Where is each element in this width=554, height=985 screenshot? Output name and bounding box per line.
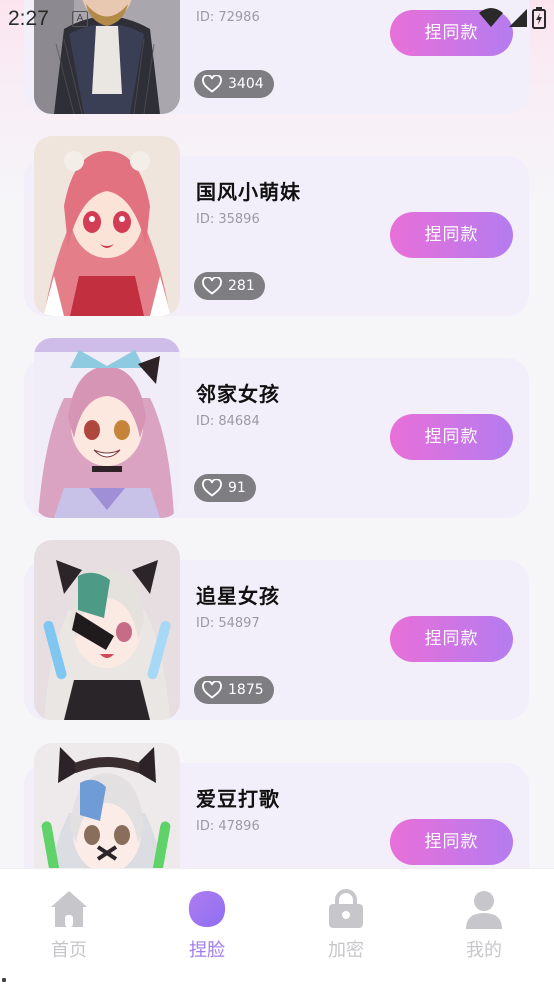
avatar-pink-hair-girl[interactable] [34,136,180,316]
user-icon [466,891,502,929]
heart-icon [202,75,222,93]
make-same-button[interactable]: 捏同款 [390,616,513,662]
character-name: 追星女孩 [196,584,280,608]
character-id: ID: 84684 [196,414,260,429]
like-badge[interactable]: 1875 [194,676,274,704]
character-id: ID: 54897 [196,616,260,631]
like-count: 91 [228,480,246,496]
home-icon [51,891,87,927]
like-badge[interactable]: 281 [194,272,265,300]
like-count: 1875 [228,682,264,698]
avatar-sailor-girl[interactable] [34,338,180,518]
character-list[interactable]: ID: 72986 3404 捏同款 国风小萌妹 ID: 35896 281 捏… [0,0,554,868]
tab-lock[interactable]: 加密 [277,869,415,985]
tab-home[interactable]: 首页 [0,869,138,985]
heart-icon [202,479,222,497]
character-card[interactable]: 追星女孩 ID: 54897 1875 捏同款 [24,540,529,720]
battery-icon [532,7,546,29]
status-icons [478,6,546,30]
character-name: 爱豆打歌 [196,787,280,811]
character-name: 国风小萌妹 [196,180,301,204]
like-badge[interactable]: 3404 [194,70,274,98]
character-id: ID: 47896 [196,819,260,834]
nav-indicator [2,978,6,982]
avatar-eyepatch-girl[interactable] [34,540,180,720]
tab-mine-label: 我的 [466,940,502,961]
character-card[interactable]: 邻家女孩 ID: 84684 91 捏同款 [24,338,529,518]
tab-home-label: 首页 [51,940,87,961]
character-card[interactable]: 爱豆打歌 ID: 47896 捏同款 [24,743,529,868]
status-bar: 2:27 A [0,0,554,40]
notification-icon: A [72,11,88,27]
heart-icon [202,277,222,295]
like-badge[interactable]: 91 [194,474,256,502]
wifi-icon [479,8,503,27]
lock-icon [329,889,363,928]
like-count: 3404 [228,76,264,92]
tab-lock-label: 加密 [328,940,364,961]
like-count: 281 [228,278,255,294]
character-name: 邻家女孩 [196,382,280,406]
status-time: 2:27 [8,7,49,30]
signal-icon [509,9,527,27]
make-same-button[interactable]: 捏同款 [390,819,513,865]
bottom-tab-bar: 首页 捏脸 加密 我的 [0,868,554,985]
character-id: ID: 35896 [196,212,260,227]
face-icon [188,891,226,927]
make-same-button[interactable]: 捏同款 [390,414,513,460]
tab-face-label: 捏脸 [189,940,225,961]
make-same-button[interactable]: 捏同款 [390,212,513,258]
avatar-cat-ear-girl[interactable] [34,743,180,868]
character-card[interactable]: 国风小萌妹 ID: 35896 281 捏同款 [24,136,529,316]
tab-mine[interactable]: 我的 [415,869,553,985]
heart-icon [202,681,222,699]
tab-face[interactable]: 捏脸 [138,869,276,985]
